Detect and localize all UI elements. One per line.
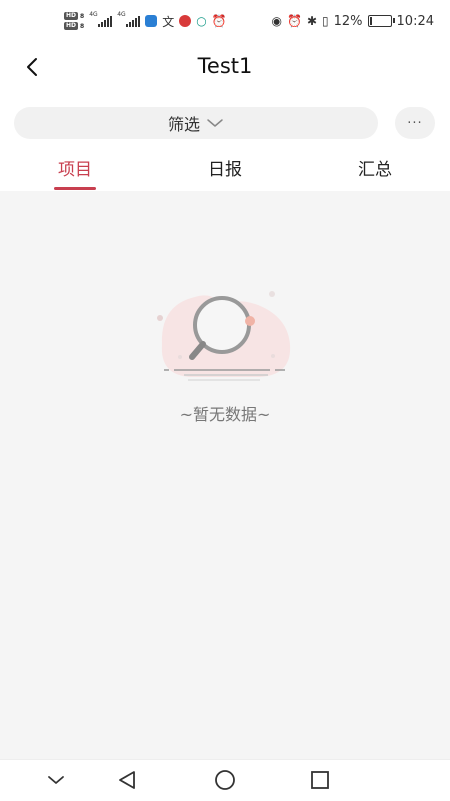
active-tab-indicator xyxy=(54,187,96,190)
recent-square-icon xyxy=(311,771,329,789)
chevron-down-icon xyxy=(48,776,64,784)
tab-label: 日报 xyxy=(208,160,242,180)
signal-icon: 4G xyxy=(89,11,113,27)
filter-dropdown[interactable]: 筛选 xyxy=(14,107,378,139)
filter-label: 筛选 xyxy=(167,115,200,134)
page-title: Test1 xyxy=(197,54,253,78)
system-nav-bar xyxy=(0,759,450,801)
hd-badge-1: HD 8 xyxy=(64,12,85,20)
vibrate-icon: ▯ xyxy=(322,14,329,28)
chevron-down-icon xyxy=(207,119,223,127)
title-bar: Test1 xyxy=(0,42,450,92)
status-right: ◉ ⏰ ✱ ▯ 12% 10:24 xyxy=(272,9,434,33)
battery-percent: 12% xyxy=(333,13,363,29)
tab-bar: 项目 日报 汇总 xyxy=(0,155,450,191)
cloud-app-icon xyxy=(145,15,158,27)
status-bar: HD 8 HD 8 4G 4G 文 ○ ⏰ ◉ ⏰ ✱ ▯ 12% 10:24 xyxy=(0,0,450,42)
more-icon: ··· xyxy=(407,115,423,131)
home-circle-icon xyxy=(215,770,235,790)
tab-summary[interactable]: 汇总 xyxy=(354,155,396,191)
empty-state-text: ~暂无数据~ xyxy=(179,405,271,424)
nav-collapse-button[interactable] xyxy=(42,768,70,792)
status-left: HD 8 HD 8 4G 4G 文 ○ ⏰ xyxy=(64,9,227,33)
bluetooth-icon: ✱ xyxy=(306,14,318,28)
content-area: ~暂无数据~ xyxy=(0,191,450,759)
nav-recents-button[interactable] xyxy=(306,768,334,792)
clock: 10:24 xyxy=(396,13,434,29)
red-app-icon xyxy=(179,15,192,27)
tab-projects[interactable]: 项目 xyxy=(54,155,96,191)
translate-app-icon: 文 xyxy=(162,14,175,29)
tab-label: 汇总 xyxy=(358,160,392,180)
nav-back-button[interactable] xyxy=(114,768,142,792)
empty-search-illustration xyxy=(157,291,291,381)
tab-label: 项目 xyxy=(58,160,92,180)
alarm-icon-right: ⏰ xyxy=(287,14,302,28)
back-triangle-icon xyxy=(119,771,135,789)
hd-indicators: HD 8 HD 8 xyxy=(64,12,84,30)
eye-icon: ◉ xyxy=(271,14,282,28)
nav-home-button[interactable] xyxy=(211,768,239,792)
more-button[interactable]: ··· xyxy=(395,107,435,139)
battery-icon xyxy=(367,15,395,27)
signal-icon-2: 4G xyxy=(117,11,141,27)
chat-app-icon: ○ xyxy=(196,14,207,28)
alarm-icon: ⏰ xyxy=(211,14,227,28)
tab-daily-report[interactable]: 日报 xyxy=(204,155,246,191)
hd-badge-2: HD 8 xyxy=(64,22,85,30)
